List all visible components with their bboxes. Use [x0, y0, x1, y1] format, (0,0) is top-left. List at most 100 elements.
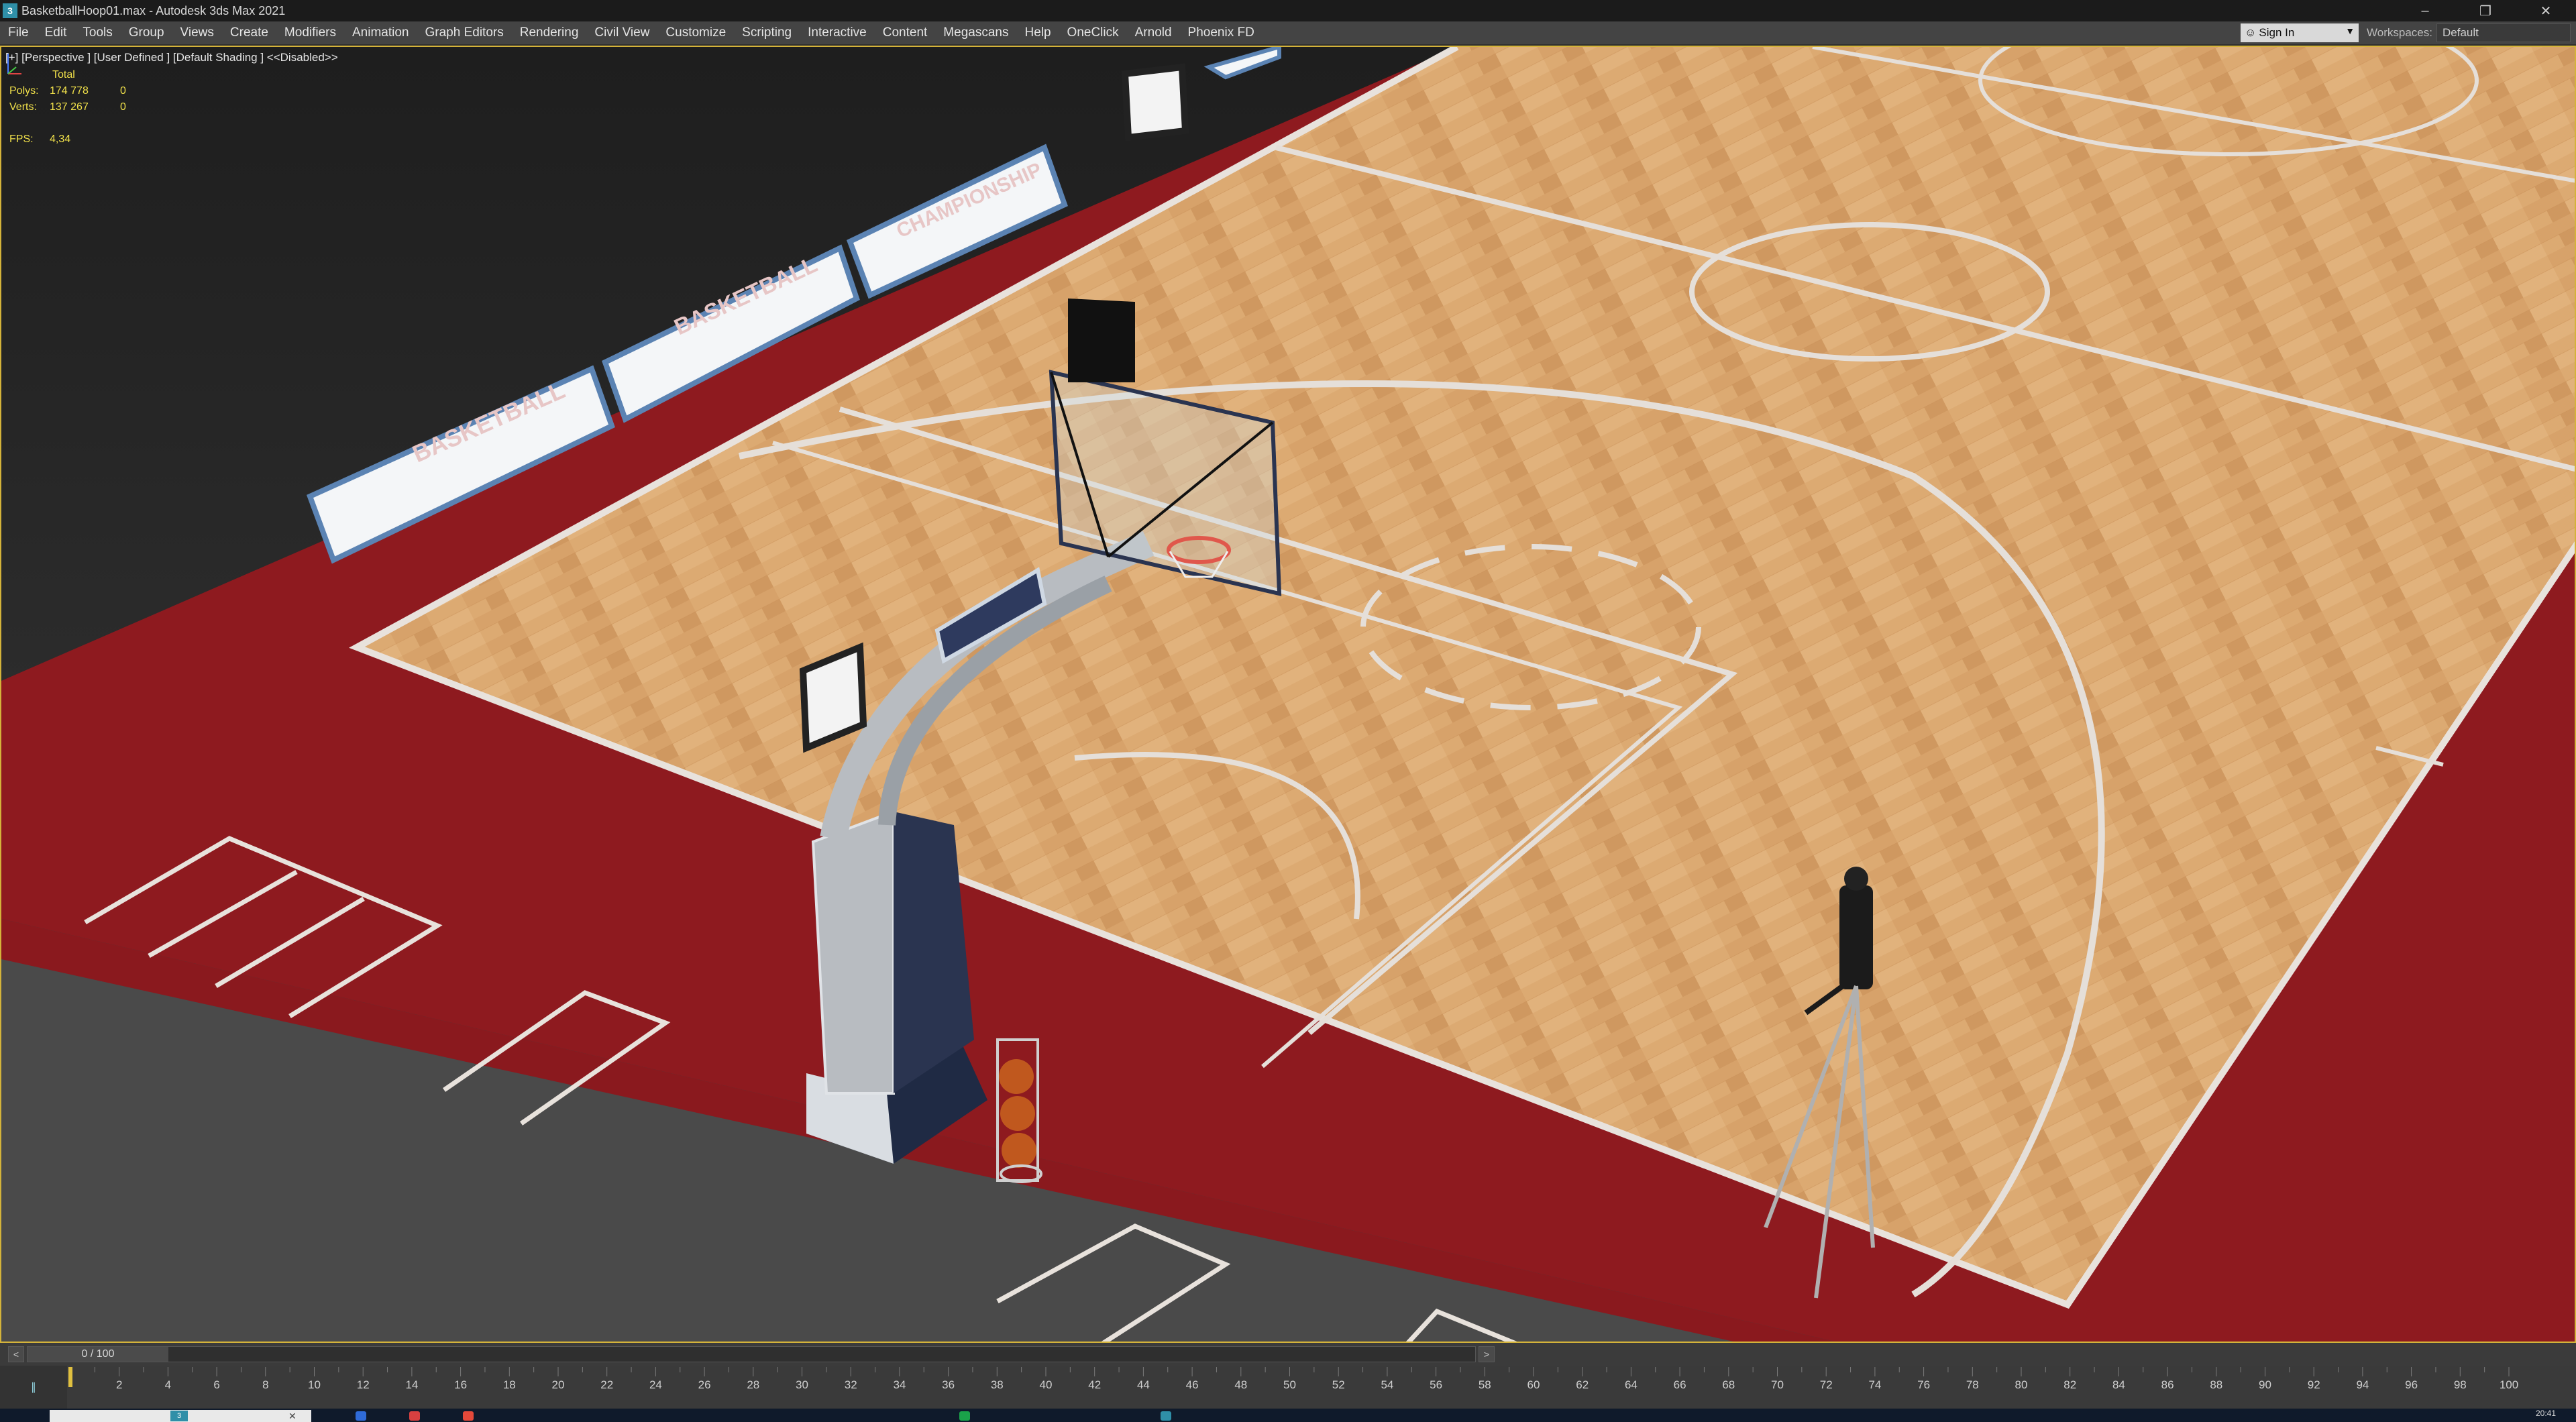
- track-tick-label: 10: [308, 1378, 321, 1391]
- polys-selected: 0: [120, 85, 126, 97]
- 3ds-max-icon: 3: [3, 3, 17, 18]
- time-slider-thumb[interactable]: 0 / 100: [28, 1347, 168, 1362]
- close-icon[interactable]: ✕: [288, 1411, 297, 1422]
- app-icon-3[interactable]: [463, 1411, 474, 1421]
- track-tick-label: 26: [698, 1378, 711, 1391]
- menu-customize[interactable]: Customize: [657, 25, 734, 40]
- track-tick-label: 56: [1430, 1378, 1442, 1391]
- hoop-column: [811, 810, 895, 1095]
- menu-rendering[interactable]: Rendering: [512, 25, 587, 40]
- menu-file[interactable]: File: [0, 25, 37, 40]
- track-tick-label: 6: [213, 1378, 219, 1391]
- menu-group[interactable]: Group: [121, 25, 172, 40]
- basketball-2: [1000, 1096, 1035, 1131]
- next-frame-button[interactable]: >: [1479, 1346, 1495, 1362]
- track-tick-label: 72: [1820, 1378, 1833, 1391]
- menu-oneclick[interactable]: OneClick: [1059, 25, 1127, 40]
- track-bar[interactable]: 2 4 6 8 10 12 14 16 18 20 22 24 26 28 30 32 34 36 38 40 42 44…: [0, 1366, 2576, 1409]
- menu-phoenix-fd[interactable]: Phoenix FD: [1180, 25, 1263, 40]
- next-arrow-icon: >: [1483, 1349, 1490, 1360]
- time-slider: < 0 / 100 >: [0, 1343, 2576, 1366]
- prev-arrow-icon: <: [13, 1349, 19, 1360]
- app-icon-1[interactable]: [356, 1411, 366, 1421]
- shot-clock-far: [1121, 63, 1189, 142]
- menu-animation[interactable]: Animation: [344, 25, 417, 40]
- track-tick-label: 28: [747, 1378, 759, 1391]
- menu-views[interactable]: Views: [172, 25, 222, 40]
- camera-body: [1839, 885, 1873, 989]
- track-tick-label: 16: [454, 1378, 467, 1391]
- track-tick-label: 94: [2356, 1378, 2369, 1391]
- track-tick-label: 86: [2161, 1378, 2174, 1391]
- menu-megascans[interactable]: Megascans: [935, 25, 1016, 40]
- sign-in-dropdown[interactable]: ☺ Sign In ▼: [2241, 23, 2359, 42]
- track-tick-label: 68: [1722, 1378, 1735, 1391]
- track-tick-label: 24: [649, 1378, 662, 1391]
- taskbar: 3 ✕ 20:41: [0, 1409, 2576, 1422]
- menu-tools[interactable]: Tools: [74, 25, 120, 40]
- close-button[interactable]: ✕: [2516, 0, 2576, 21]
- restore-button[interactable]: ❐: [2455, 0, 2516, 21]
- workspaces-dropdown[interactable]: Default: [2436, 23, 2571, 42]
- curve-editor-toggle-icon[interactable]: ∥: [0, 1366, 67, 1409]
- perspective-viewport[interactable]: BASKETBALL BASKETBALL CHAMPIONSHIP [+] […: [0, 46, 2576, 1343]
- viewport-label[interactable]: [+] [Perspective ] [User Defined ] [Defa…: [5, 51, 338, 64]
- menu-content[interactable]: Content: [875, 25, 936, 40]
- menu-civil-view[interactable]: Civil View: [586, 25, 657, 40]
- workspaces-value: Default: [2443, 26, 2479, 39]
- app-icon-2[interactable]: [409, 1411, 420, 1421]
- track-tick-label: 42: [1088, 1378, 1101, 1391]
- chevron-down-icon: ▼: [2345, 25, 2355, 36]
- track-tick-label: 38: [991, 1378, 1004, 1391]
- app-icon-5[interactable]: [1161, 1411, 1171, 1421]
- axis-gizmo-icon: [7, 54, 21, 74]
- minimize-button[interactable]: –: [2395, 0, 2455, 21]
- track-tick-label: 18: [503, 1378, 516, 1391]
- taskbar-3dsmax-tab[interactable]: 3 ✕: [50, 1410, 311, 1422]
- track-tick-label: 64: [1625, 1378, 1638, 1391]
- scene-render: BASKETBALL BASKETBALL CHAMPIONSHIP: [1, 47, 2575, 1342]
- track-tick-label: 44: [1137, 1378, 1150, 1391]
- track-tick-label: 4: [165, 1378, 171, 1391]
- polys-label: Polys:: [9, 85, 39, 97]
- title-bar: 3 BasketballHoop01.max - Autodesk 3ds Ma…: [0, 0, 2576, 21]
- track-tick-label: 50: [1283, 1378, 1296, 1391]
- camera-lens: [1844, 867, 1868, 891]
- verts-selected: 0: [120, 101, 126, 113]
- track-tick-label: 74: [1868, 1378, 1881, 1391]
- taskbar-clock: 20:41: [2535, 1409, 2556, 1418]
- track-tick-label: 82: [2063, 1378, 2076, 1391]
- fps-label: FPS:: [9, 133, 34, 145]
- track-tick-label: 84: [2112, 1378, 2125, 1391]
- track-tick-label: 88: [2210, 1378, 2222, 1391]
- polys-value: 174 778: [50, 85, 89, 97]
- track-tick-label: 62: [1576, 1378, 1589, 1391]
- menu-scripting[interactable]: Scripting: [734, 25, 800, 40]
- track-tick-label: 96: [2405, 1378, 2418, 1391]
- app-icon-4[interactable]: [959, 1411, 970, 1421]
- track-tick-label: 100: [2500, 1378, 2518, 1391]
- menu-arnold[interactable]: Arnold: [1127, 25, 1180, 40]
- menu-edit[interactable]: Edit: [37, 25, 75, 40]
- track-tick-label: 80: [2015, 1378, 2028, 1391]
- track-tick-label: 92: [2308, 1378, 2320, 1391]
- prev-frame-button[interactable]: <: [8, 1346, 24, 1362]
- track-tick-label: 14: [405, 1378, 418, 1391]
- menu-graph-editors[interactable]: Graph Editors: [417, 25, 512, 40]
- menu-create[interactable]: Create: [222, 25, 276, 40]
- track-tick-label: 22: [600, 1378, 613, 1391]
- menu-modifiers[interactable]: Modifiers: [276, 25, 344, 40]
- fps-value: 4,34: [50, 133, 71, 145]
- window-title: BasketballHoop01.max - Autodesk 3ds Max …: [21, 3, 286, 17]
- frame-counter: 0 / 100: [81, 1348, 115, 1360]
- menu-interactive[interactable]: Interactive: [800, 25, 875, 40]
- track-tick-label: 52: [1332, 1378, 1345, 1391]
- current-frame-marker[interactable]: [68, 1367, 72, 1387]
- track-tick-label: 40: [1040, 1378, 1053, 1391]
- track-tick-label: 90: [2259, 1378, 2271, 1391]
- app-window: 3 BasketballHoop01.max - Autodesk 3ds Ma…: [0, 0, 2576, 1422]
- track-tick-label: 30: [796, 1378, 808, 1391]
- time-slider-track[interactable]: 0 / 100: [27, 1346, 1476, 1362]
- menu-help[interactable]: Help: [1016, 25, 1059, 40]
- track-tick-label: 48: [1234, 1378, 1247, 1391]
